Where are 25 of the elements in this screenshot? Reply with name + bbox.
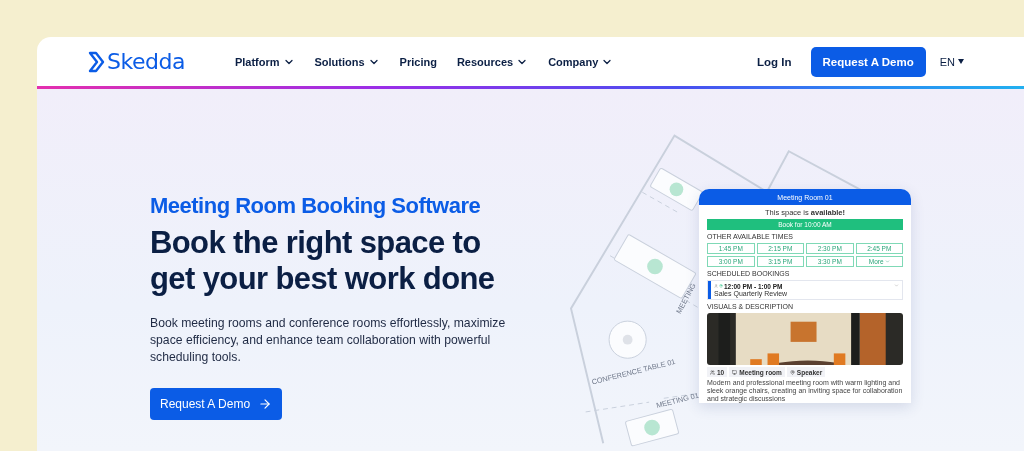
heading: Book the right space to get your best work done (150, 225, 496, 297)
hero-description: Book meeting rooms and conference rooms effortlessly, maximize space efficiency, and enhance team collaboration with powerful scheduling tools. (150, 315, 507, 366)
language-selector[interactable]: EN (939, 55, 964, 68)
nav-link[interactable]: Platform (234, 55, 295, 68)
chevron-down-icon (894, 283, 899, 288)
dashed-line (641, 191, 679, 214)
nav-link[interactable]: Company (548, 55, 614, 68)
nav-link[interactable]: Resources (456, 55, 529, 68)
people-icon (710, 369, 715, 375)
arrow-right-icon (258, 397, 273, 411)
person-icon (714, 284, 718, 288)
request-demo-button[interactable]: Request A Demo (810, 46, 926, 77)
eyebrow: Meeting Room Booking Software (150, 193, 481, 219)
logo[interactable]: Skedda (88, 49, 185, 74)
pin-icon (789, 369, 795, 375)
logo-icon (88, 50, 105, 73)
round-table-drawing (608, 320, 647, 359)
monitor-icon (732, 369, 738, 375)
caret-icon (958, 59, 964, 64)
nav-link[interactable]: Solutions (314, 55, 380, 68)
chevron-down-icon (884, 259, 890, 264)
nav-link[interactable]: Pricing (399, 55, 437, 68)
request-demo-button[interactable]: Request A Demo (150, 388, 283, 420)
pin-icon (719, 284, 723, 288)
login-link[interactable]: Log In (757, 55, 792, 68)
